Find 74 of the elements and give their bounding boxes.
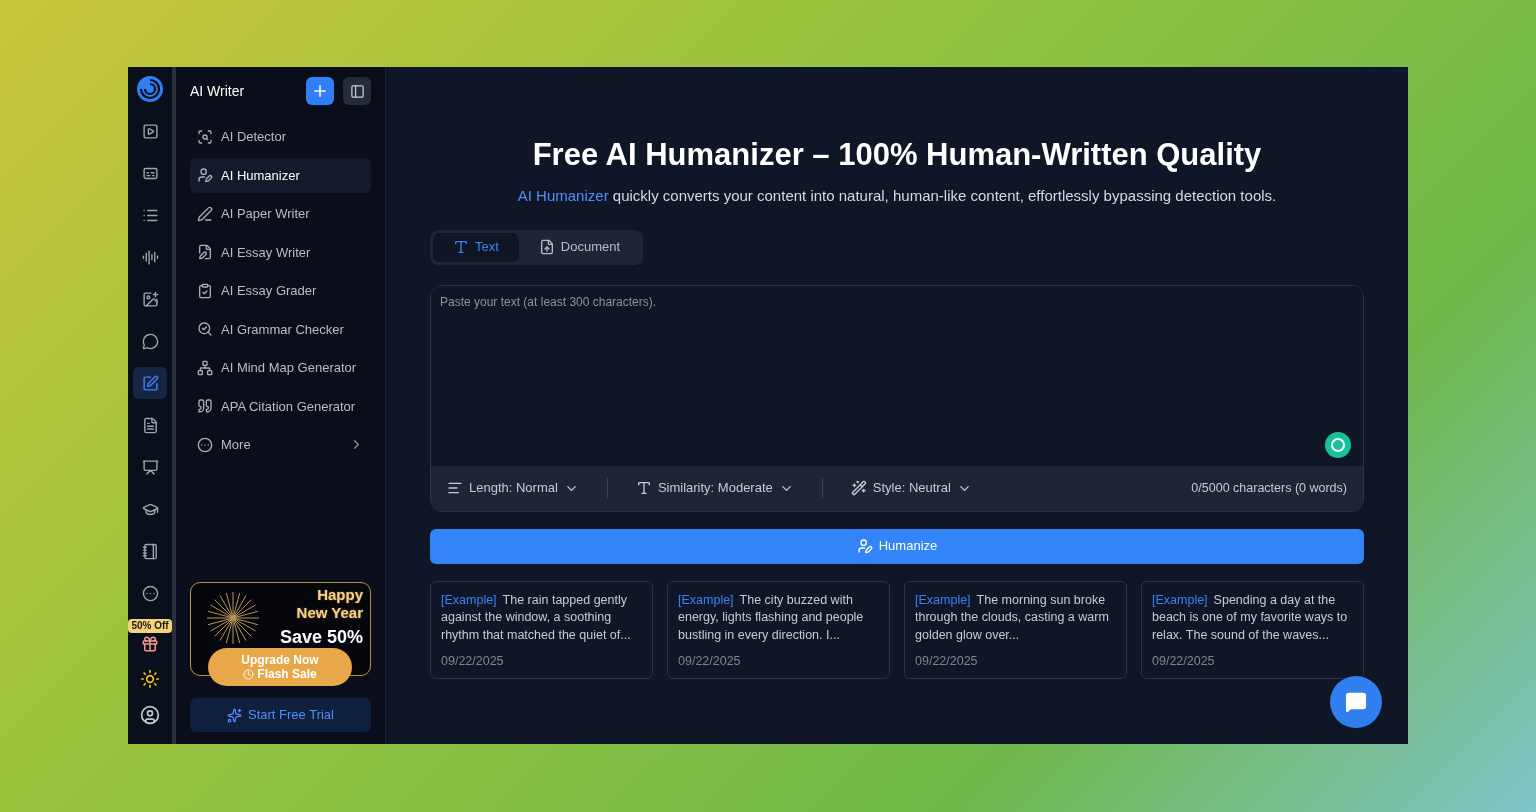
promo-offer: Save 50% — [279, 626, 363, 649]
sidebar-item[interactable]: AI Grammar Checker — [190, 311, 371, 347]
panel-icon — [349, 83, 365, 99]
sidebar-title: AI Writer — [190, 81, 246, 101]
sidebar-item[interactable]: AI Paper Writer — [190, 196, 371, 232]
image-plus-icon — [141, 290, 159, 308]
pen-square-icon — [141, 374, 159, 392]
file-pen-icon — [197, 244, 213, 261]
example-card[interactable]: [Example] The rain tapped gently against the window, a soothing rhythm that matched the quiet of... 09/22/2025 — [430, 580, 653, 679]
sidebar-item[interactable]: AI Humanizer — [190, 157, 371, 193]
mode-tab[interactable]: Document — [518, 232, 641, 262]
sidebar-item[interactable]: AI Mind Map Generator — [190, 350, 371, 386]
text-icon — [635, 480, 652, 496]
nodes-icon — [197, 359, 213, 376]
page-title: Free AI Humanizer – 100% Human-Written Quality — [532, 136, 1262, 174]
discount-badge[interactable]: 50% Off — [128, 619, 172, 633]
humanizer-link[interactable]: AI Humanizer — [517, 187, 609, 204]
example-date: 09/22/2025 — [915, 653, 979, 670]
new-button[interactable] — [306, 77, 334, 105]
option-dropdown[interactable]: Style: Neutral — [850, 478, 972, 498]
option-dropdown[interactable]: Similarity: Moderate — [635, 478, 794, 498]
theme-toggle-icon[interactable] — [140, 669, 160, 689]
clock-icon — [243, 668, 255, 680]
search-icon — [197, 321, 213, 338]
wand-icon — [850, 480, 867, 496]
text-input-field[interactable]: Paste your text (at least 300 characters). Length: Normal Similarity: Moderate Style: Neutral 0/5000 characters (0 words) — [430, 284, 1364, 512]
text-icon — [453, 239, 469, 255]
notebook-icon — [141, 542, 159, 560]
document-icon — [141, 416, 159, 434]
more-icon — [197, 436, 213, 453]
quote-icon — [197, 398, 213, 415]
option-dropdown[interactable]: Length: Normal — [447, 478, 579, 498]
example-date: 09/22/2025 — [678, 653, 742, 670]
chat-button[interactable] — [1330, 676, 1382, 728]
sidebar-item[interactable]: AI Essay Writer — [190, 234, 371, 270]
sidebar-item[interactable]: APA Citation Generator — [190, 388, 371, 424]
sidebar-item[interactable]: AI Essay Grader — [190, 273, 371, 309]
rail-button[interactable] — [133, 367, 167, 399]
sparkle-icon — [227, 707, 242, 723]
plus-icon — [311, 82, 329, 100]
sidebar-item[interactable]: AI Detector — [190, 119, 371, 155]
example-card[interactable]: [Example] Spending a day at the beach is one of my favorite ways to relax. The sound of the waves... 09/22/2025 — [1141, 580, 1364, 679]
example-card[interactable]: [Example] The city buzzed with energy, lights flashing and people bustling in every direction. I... 09/22/2025 — [667, 580, 890, 679]
more-icon — [141, 584, 159, 602]
chat-icon — [1345, 691, 1367, 713]
example-card[interactable]: [Example] The morning sun broke through the clouds, casting a warm golden glow over... 09/22/2025 — [904, 580, 1127, 679]
collapse-button[interactable] — [343, 77, 371, 105]
example-date: 09/22/2025 — [1152, 653, 1216, 670]
clipboard-check-icon — [197, 282, 213, 299]
example-text: [Example] The morning sun broke through the clouds, casting a warm golden glow over... — [915, 591, 1110, 644]
scan-search-icon — [197, 128, 213, 145]
waveform-icon — [141, 248, 159, 266]
sidebar-item[interactable]: More — [190, 427, 371, 463]
mode-tab[interactable]: Text — [433, 232, 519, 262]
promo-headline: Happy New Year — [295, 586, 363, 622]
gift-icon[interactable] — [141, 635, 159, 653]
chat-bubble-icon — [141, 332, 159, 350]
user-pen-icon — [197, 167, 213, 184]
chart-board-icon — [141, 458, 159, 476]
pen-icon — [197, 205, 213, 222]
character-counter: 0/5000 characters (0 words) — [1191, 479, 1347, 497]
example-text: [Example] The rain tapped gently against the window, a soothing rhythm that matched the quiet of... — [441, 591, 632, 644]
logo-icon[interactable] — [136, 75, 164, 103]
example-date: 09/22/2025 — [441, 653, 505, 670]
user-pen-icon — [856, 538, 873, 554]
start-trial-button[interactable]: Start Free Trial — [190, 698, 371, 732]
play-icon — [141, 122, 159, 140]
document-icon — [538, 239, 555, 255]
example-text: [Example] Spending a day at the beach is one of my favorite ways to relax. The sound of the waves... — [1152, 591, 1349, 644]
profile-icon[interactable] — [140, 705, 160, 725]
example-text: [Example] The city buzzed with energy, lights flashing and people bustling in every direction. I... — [678, 591, 865, 644]
humanize-button[interactable]: Humanize — [430, 528, 1364, 564]
lines-icon — [447, 480, 463, 496]
page-subtitle: AI Humanizer quickly converts your content into natural, human-like content, effortlessly bypassing detection tools. — [517, 186, 1277, 206]
